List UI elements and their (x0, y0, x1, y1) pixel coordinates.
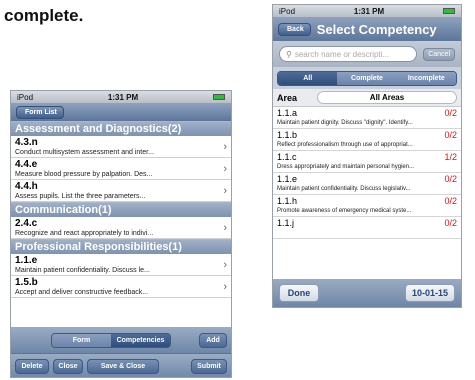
item-code: 4.4.h (15, 181, 38, 192)
list-item[interactable]: 1.5.b Accept and deliver constructive fe… (11, 276, 231, 298)
battery-icon (213, 94, 225, 100)
back-button[interactable]: Back (278, 22, 311, 36)
item-code: 4.3.n (15, 137, 38, 148)
status-bar: iPod 1:31 PM (273, 5, 461, 17)
item-code: 4.4.e (15, 159, 38, 170)
filter-incomplete[interactable]: Incomplete (396, 71, 456, 85)
list-item[interactable]: 2.4.c Recognize and react appropriately … (11, 217, 231, 239)
filter-segmented-control: All Complete Incomplete (277, 70, 457, 86)
item-desc: Recognize and react appropriately to ind… (15, 230, 154, 237)
section-header: Communication(1) (11, 202, 231, 217)
chevron-right-icon: › (223, 222, 227, 234)
completion-count: 0/2 (444, 196, 457, 206)
competency-row[interactable]: 1.1.b Reflect professionalism through us… (273, 129, 461, 151)
completion-count: 0/2 (444, 174, 457, 184)
competency-desc: Promote awareness of emergency medical s… (277, 208, 412, 214)
carrier-label: iPod (279, 6, 296, 16)
bottom-toolbar: Done 10-01-15 (273, 279, 461, 307)
view-segmented-control: Form Competencies (51, 332, 171, 348)
completion-count: 0/2 (444, 130, 457, 140)
completion-count: 0/2 (444, 218, 457, 228)
competency-code: 1.1.e (277, 174, 298, 184)
date-button[interactable]: 10-01-15 (405, 284, 455, 302)
chevron-right-icon: › (223, 185, 227, 197)
item-code: 2.4.c (15, 218, 38, 229)
area-filter: Area All Areas (273, 89, 461, 107)
carrier-label: iPod (17, 92, 34, 102)
done-button[interactable]: Done (279, 284, 319, 302)
chevron-right-icon: › (223, 281, 227, 293)
item-desc: Conduct multisystem assessment and inter… (15, 149, 154, 156)
action-bar: Delete Close Save & Close Submit (11, 353, 231, 377)
competency-row[interactable]: 1.1.h Promote awareness of emergency med… (273, 195, 461, 217)
competency-row[interactable]: 1.1.e Maintain patient confidentiality. … (273, 173, 461, 195)
cancel-button[interactable]: Cancel (423, 47, 455, 61)
submit-button[interactable]: Submit (191, 359, 227, 374)
competency-row[interactable]: 1.1.c Dress appropriately and maintain p… (273, 151, 461, 173)
clock: 1:31 PM (107, 92, 139, 102)
competency-desc: Reflect professionalism through use of a… (277, 142, 413, 148)
competency-code: 1.1.b (277, 130, 298, 140)
form-list-back-button[interactable]: Form List (16, 105, 64, 119)
chevron-right-icon: › (223, 163, 227, 175)
competency-desc: Dress appropriately and maintain persona… (277, 164, 415, 170)
close-button[interactable]: Close (53, 359, 83, 374)
item-code: 1.5.b (15, 277, 38, 288)
nav-bar: Back Select Competency (273, 17, 461, 41)
filter-all[interactable]: All (278, 71, 338, 85)
form-segment[interactable]: Form (52, 333, 111, 347)
battery-icon (443, 8, 455, 14)
competency-row[interactable]: 1.1.j 0/2 (273, 217, 461, 239)
form-screen: iPod 1:31 PM Form List Assessment and Di… (10, 90, 232, 378)
delete-button[interactable]: Delete (15, 359, 49, 374)
completion-count: 1/2 (444, 152, 457, 162)
competency-desc: Maintain patient confidentiality. Discus… (277, 186, 411, 192)
item-code: 1.1.e (15, 255, 38, 266)
filter-complete[interactable]: Complete (337, 71, 397, 85)
select-competency-screen: iPod 1:31 PM Back Select Competency ⚲ se… (272, 4, 462, 308)
competency-code: 1.1.c (277, 152, 297, 162)
competency-desc: Maintain patient dignity. Discuss "digni… (277, 120, 413, 126)
list-item[interactable]: 1.1.e Maintain patient confidentiality. … (11, 254, 231, 276)
completion-count: 0/2 (444, 108, 457, 118)
item-desc: Maintain patient confidentiality. Discus… (15, 267, 150, 274)
search-icon: ⚲ (286, 49, 292, 59)
competency-row[interactable]: 1.1.a Maintain patient dignity. Discuss … (273, 107, 461, 129)
competency-code: 1.1.h (277, 196, 298, 206)
chevron-right-icon: › (223, 141, 227, 153)
area-select[interactable]: All Areas (317, 91, 457, 104)
item-desc: Measure blood pressure by palpation. Des… (15, 171, 153, 178)
add-button[interactable]: Add (199, 332, 227, 348)
clock: 1:31 PM (353, 6, 385, 16)
competency-code: 1.1.a (277, 108, 298, 118)
page-title: Select Competency (316, 21, 437, 37)
competencies-segment[interactable]: Competencies (111, 333, 170, 347)
list-item[interactable]: 4.4.h Assess pupils. List the three para… (11, 180, 231, 202)
caption-fragment: complete. (4, 6, 84, 25)
filter-bar: All Complete Incomplete (273, 67, 461, 89)
chevron-right-icon: › (223, 259, 227, 271)
area-label: Area (277, 92, 298, 103)
save-close-button[interactable]: Save & Close (87, 359, 159, 374)
list-item[interactable]: 4.4.e Measure blood pressure by palpatio… (11, 158, 231, 180)
search-placeholder: search name or descripti... (294, 49, 390, 59)
section-header: Professional Responsibilities(1) (11, 239, 231, 254)
search-bar: ⚲ search name or descripti... Cancel (273, 41, 461, 67)
item-desc: Accept and deliver constructive feedback… (15, 289, 149, 296)
list-item[interactable]: 4.3.n Conduct multisystem assessment and… (11, 136, 231, 158)
form-toolbar: Form Competencies Add (11, 327, 231, 353)
search-input[interactable]: ⚲ search name or descripti... (279, 46, 418, 62)
section-header: Assessment and Diagnostics(2) (11, 121, 231, 136)
item-desc: Assess pupils. List the three parameters… (15, 193, 146, 200)
nav-bar: Form List (11, 103, 231, 121)
status-bar: iPod 1:31 PM (11, 91, 231, 103)
competency-code: 1.1.j (277, 218, 295, 228)
